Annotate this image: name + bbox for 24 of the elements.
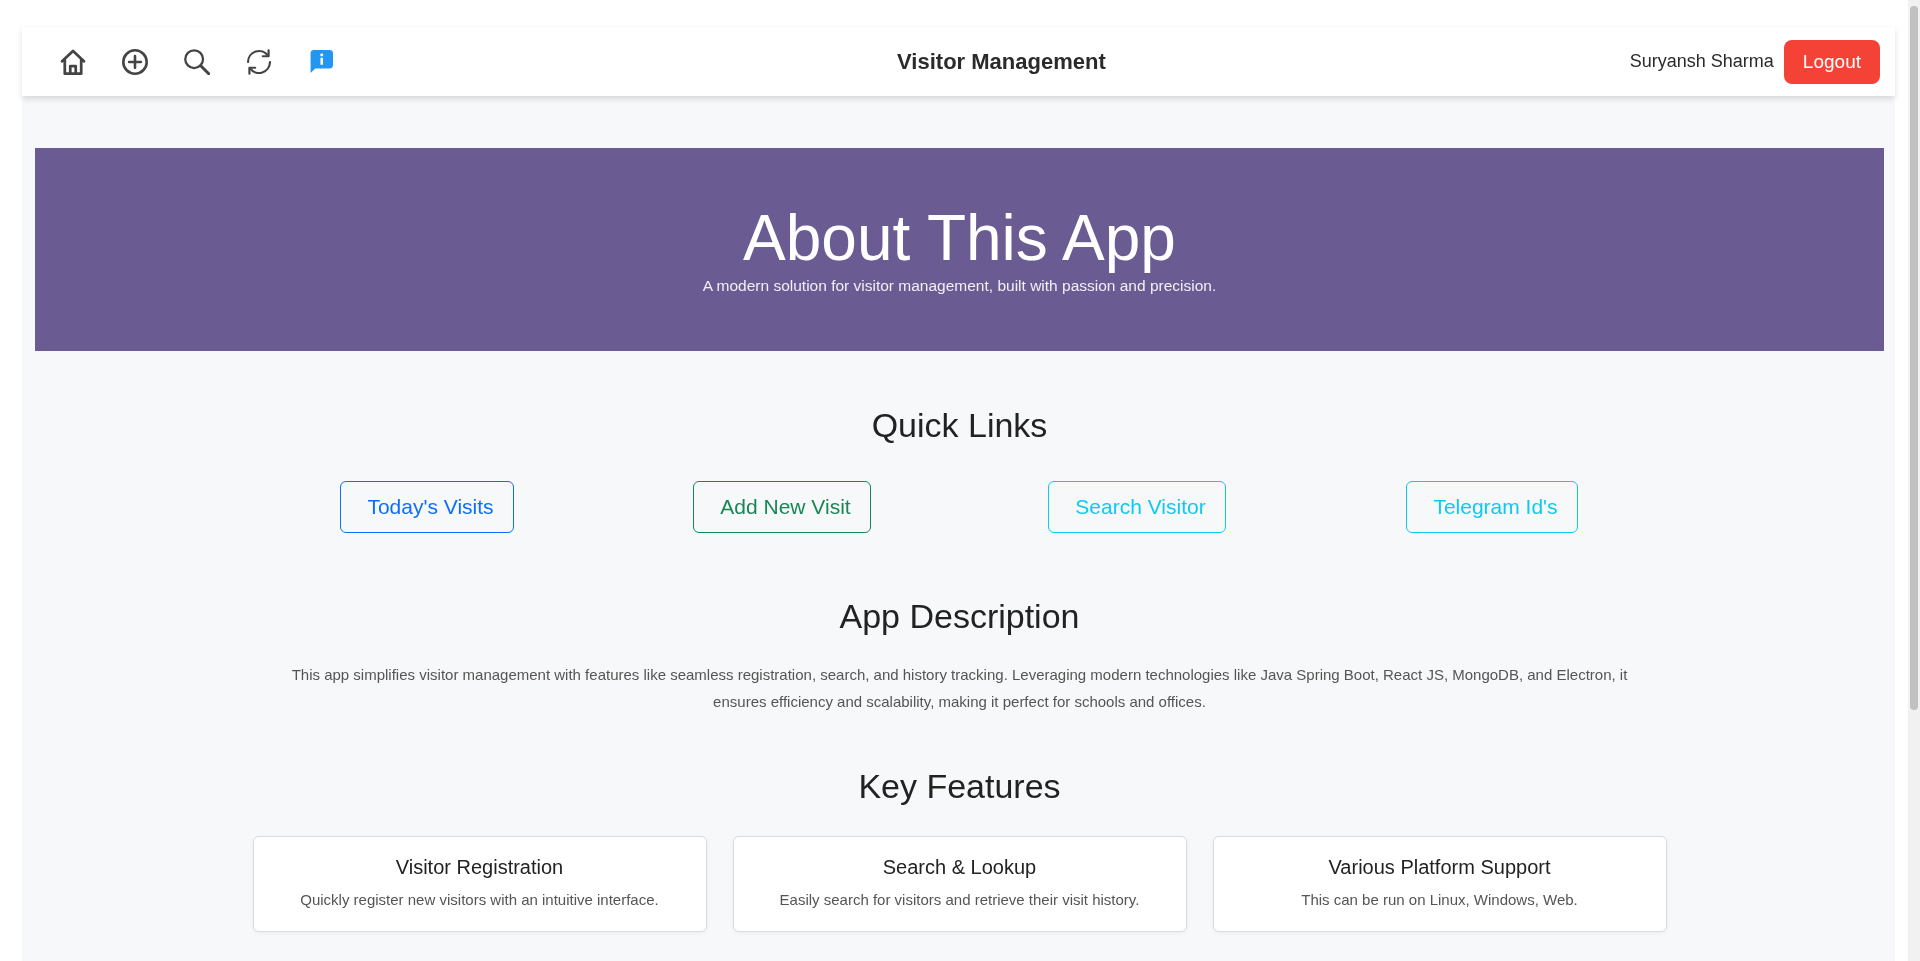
logout-button[interactable]: Logout (1783, 39, 1880, 84)
info-message-icon[interactable] (310, 50, 333, 73)
feature-title: Search & Lookup (882, 855, 1037, 879)
scrollbar-thumb[interactable] (1910, 6, 1918, 710)
hero-title: About This App (743, 203, 1176, 273)
hero-subtitle: A modern solution for visitor management, built with passion and precision. (702, 276, 1217, 296)
feature-description: Quickly register new visitors with an intuitive interface. (300, 890, 659, 910)
user-name: Suryansh Sharma (1629, 51, 1774, 72)
search-icon[interactable] (184, 48, 210, 75)
description-paragraph: This app simplifies visitor management with features like seamless registration, search, and history tracking. Leveraging modern technologies like Java Spring Boot, React JS, MongoDB, and Electron, it ensures efficiency and scalability, making it perfect for schools and offices. (290, 665, 1629, 712)
feature-description: Easily search for visitors and retrieve their visit history. (779, 890, 1140, 910)
quick-link-button[interactable]: Add New Visit (693, 481, 871, 533)
feature-title: Various Platform Support (1328, 855, 1551, 879)
section-heading: App Description (839, 596, 1080, 637)
app-title: Visitor Management (897, 48, 1106, 75)
feature-description: This can be run on Linux, Windows, Web. (1301, 890, 1578, 910)
scrollbar-track[interactable] (1908, 0, 1920, 961)
section-heading: Key Features (858, 766, 1061, 807)
quick-link-button[interactable]: Today's Visits (340, 481, 514, 533)
refresh-icon[interactable] (246, 48, 272, 75)
home-icon[interactable] (60, 48, 86, 75)
section-heading: Quick Links (871, 405, 1048, 446)
add-icon[interactable] (122, 48, 148, 75)
feature-title: Visitor Registration (395, 855, 564, 879)
